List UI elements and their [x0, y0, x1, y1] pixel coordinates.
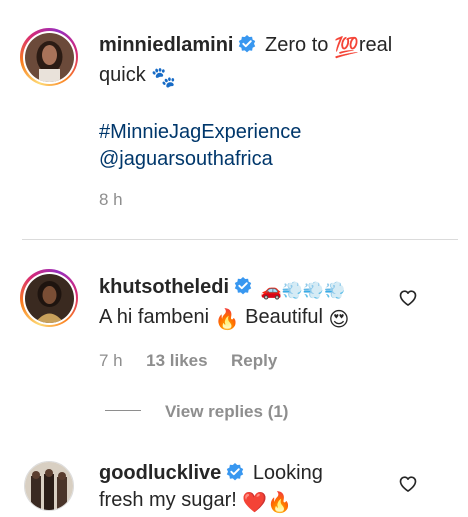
- caption-username[interactable]: minniedlamini: [99, 34, 233, 56]
- caption-text-line1: Zero to: [265, 34, 329, 56]
- heart-outline-icon[interactable]: [398, 474, 418, 494]
- mention-link[interactable]: @jaguarsouthafrica: [99, 148, 273, 170]
- avatar-image: [24, 32, 74, 82]
- hundred-points-emoji: 💯: [333, 37, 359, 59]
- avatar-image: [24, 273, 74, 323]
- reply-button[interactable]: Reply: [231, 351, 277, 370]
- hashtag-link[interactable]: #MinnieJagExperience: [99, 121, 301, 143]
- verified-badge-icon: [225, 462, 245, 482]
- comment-avatar[interactable]: [20, 269, 78, 327]
- caption-text: minniedlamini Zero to 💯real quick 🐾 #Min…: [99, 32, 439, 173]
- fire-emoji: 🔥: [267, 492, 293, 514]
- heart-outline-icon[interactable]: [398, 288, 418, 308]
- paw-prints-emoji: 🐾: [151, 67, 177, 89]
- comment-body-2: fresh my sugar!: [99, 489, 237, 511]
- fire-emoji: 🔥: [214, 309, 240, 331]
- comment-text: goodlucklive Looking fresh my sugar! ❤️🔥: [99, 460, 389, 517]
- comment-body: Looking: [252, 462, 323, 484]
- caption-time: 8 h: [99, 190, 123, 209]
- heart-eyes-emoji: 😍: [328, 309, 350, 331]
- verified-badge-icon: [233, 276, 253, 296]
- comment-text: khutsotheledi 🚗💨💨💨 A hi fambeni 🔥 Beauti…: [99, 274, 389, 334]
- red-heart-emoji: ❤️: [242, 492, 268, 514]
- comment-body: A hi fambeni: [99, 306, 210, 328]
- comment-avatar[interactable]: [24, 461, 74, 511]
- likes-count[interactable]: 13 likes: [146, 351, 207, 370]
- comment-meta: 7 h 13 likes Reply: [99, 351, 277, 371]
- view-replies-button[interactable]: View replies (1): [165, 402, 288, 422]
- comment-username[interactable]: khutsotheledi: [99, 276, 229, 298]
- divider: [22, 239, 458, 240]
- comment-username[interactable]: goodlucklive: [99, 462, 221, 484]
- comment-time: 7 h: [99, 351, 123, 370]
- caption-text-line1-end: real: [358, 34, 393, 56]
- comment-body-2: Beautiful: [245, 306, 323, 328]
- replies-divider: [105, 410, 141, 411]
- verified-badge-icon: [237, 34, 257, 54]
- caption-avatar[interactable]: [20, 28, 78, 86]
- caption-text-line2: quick: [99, 64, 146, 86]
- car-dash-emojis: 🚗💨💨💨: [260, 281, 346, 300]
